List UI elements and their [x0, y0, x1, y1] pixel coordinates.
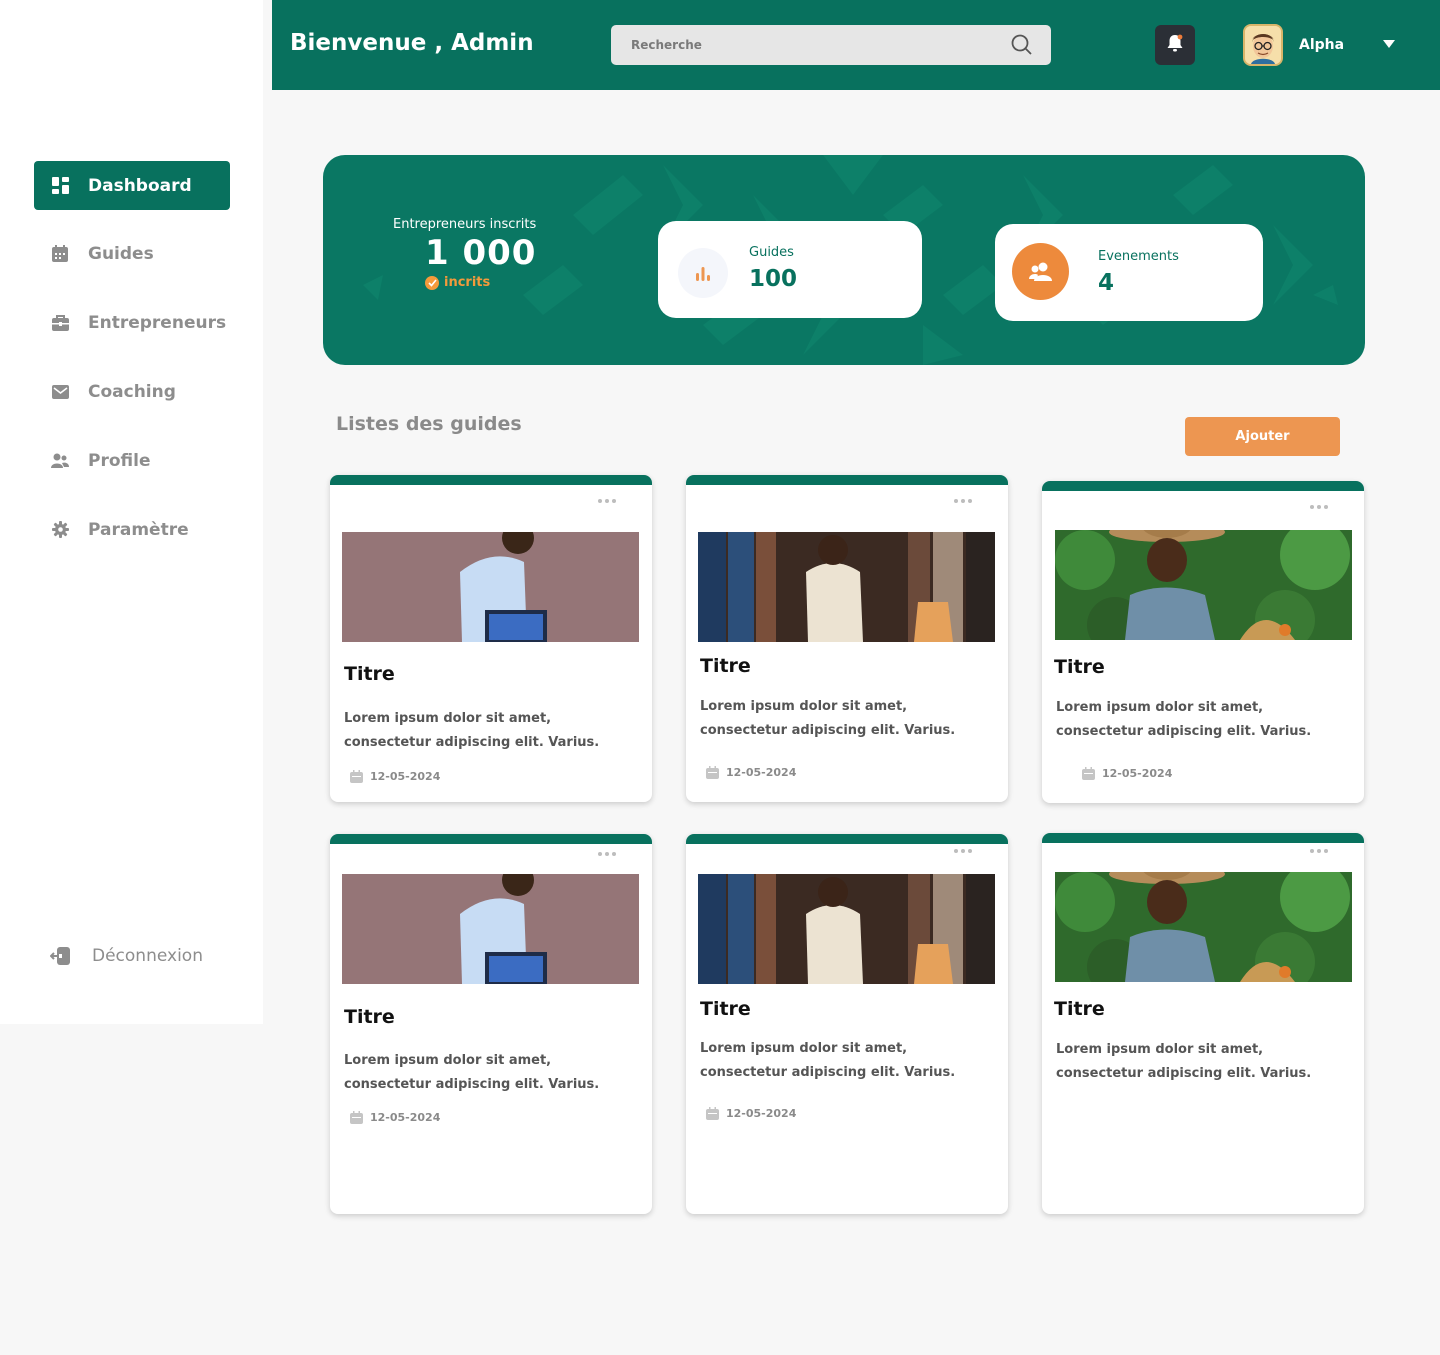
users-icon — [1012, 243, 1069, 300]
guide-date: 12-05-2024 — [350, 770, 440, 783]
page-title: Bienvenue , Admin — [290, 30, 534, 56]
guide-date-label: 12-05-2024 — [370, 770, 441, 783]
gear-icon — [50, 520, 70, 540]
dashboard-icon — [50, 176, 70, 196]
sidebar-item-entrepreneurs[interactable]: Entrepreneurs — [34, 298, 230, 347]
mail-icon — [50, 382, 70, 402]
guide-card[interactable]: Titre Lorem ipsum dolor sit amet, consec… — [330, 475, 652, 802]
card-topbar — [330, 475, 652, 485]
sidebar-item-label: Coaching — [88, 381, 176, 402]
add-guide-button[interactable]: Ajouter — [1185, 417, 1340, 456]
guides-stat-label: Guides — [749, 245, 794, 260]
more-options-icon[interactable] — [1310, 505, 1328, 509]
events-stat-value: 4 — [1098, 270, 1115, 296]
calendar-icon — [350, 770, 363, 783]
calendar-icon — [706, 766, 719, 779]
guide-description: Lorem ipsum dolor sit amet, consectetur … — [1056, 1042, 1312, 1081]
guide-card[interactable]: Titre Lorem ipsum dolor sit amet, consec… — [1042, 481, 1364, 803]
guide-card[interactable]: Titre Lorem ipsum dolor sit amet, consec… — [330, 834, 652, 1214]
more-options-icon[interactable] — [954, 849, 972, 853]
avatar[interactable] — [1243, 24, 1283, 66]
guide-description: Lorem ipsum dolor sit amet, consectetur … — [1056, 700, 1312, 739]
guide-date: 12-05-2024 — [1082, 767, 1172, 780]
guide-date-label: 12-05-2024 — [1102, 767, 1173, 780]
stats-banner: Entrepreneurs inscrits 1 000 incrits Gui… — [323, 155, 1365, 365]
sidebar-item-label: Paramètre — [88, 519, 189, 540]
card-topbar — [686, 834, 1008, 844]
sidebar-item-coaching[interactable]: Coaching — [34, 367, 230, 416]
sidebar-item-label: Profile — [88, 450, 151, 471]
logout-icon — [49, 945, 72, 967]
bar-chart-icon — [678, 248, 728, 298]
card-topbar — [1042, 833, 1364, 843]
card-topbar — [686, 475, 1008, 485]
guide-card[interactable]: Titre Lorem ipsum dolor sit amet, consec… — [686, 475, 1008, 802]
notification-button[interactable] — [1155, 25, 1195, 65]
sidebar-item-parametre[interactable]: Paramètre — [34, 505, 230, 554]
briefcase-icon — [50, 313, 70, 333]
card-topbar — [330, 834, 652, 844]
guide-image — [1055, 530, 1352, 640]
guide-description: Lorem ipsum dolor sit amet, consectetur … — [344, 1053, 600, 1092]
entrepreneurs-stat-label: Entrepreneurs inscrits — [393, 217, 537, 232]
bell-icon — [1165, 33, 1185, 57]
card-topbar — [1042, 481, 1364, 491]
guide-description: Lorem ipsum dolor sit amet, consectetur … — [700, 699, 956, 738]
top-header: Bienvenue , Admin Alpha — [272, 0, 1440, 90]
guide-description: Lorem ipsum dolor sit amet, consectetur … — [700, 1041, 956, 1080]
sidebar-item-profile[interactable]: Profile — [34, 436, 230, 485]
sidebar-item-label: Entrepreneurs — [88, 312, 227, 333]
events-stat-label: Evenements — [1098, 249, 1179, 264]
guide-date: 12-05-2024 — [350, 1111, 440, 1124]
more-options-icon[interactable] — [598, 852, 616, 856]
search-input[interactable] — [611, 25, 991, 65]
entrepreneurs-stat-sub: incrits — [425, 275, 490, 290]
guide-card[interactable]: Titre Lorem ipsum dolor sit amet, consec… — [1042, 833, 1364, 1214]
guide-date-label: 12-05-2024 — [726, 1107, 797, 1120]
guide-image — [1055, 872, 1352, 982]
calendar-icon — [1082, 767, 1095, 780]
guide-title: Titre — [700, 655, 751, 677]
sidebar-item-label: Dashboard — [88, 175, 192, 196]
logout-label: Déconnexion — [92, 946, 203, 966]
more-options-icon[interactable] — [954, 499, 972, 503]
calendar-icon — [350, 1111, 363, 1124]
entrepreneurs-stat-sub-label: incrits — [444, 275, 491, 290]
entrepreneurs-stat-value: 1 000 — [425, 233, 537, 273]
check-icon — [425, 275, 439, 290]
guides-list-title: Listes des guides — [336, 413, 522, 435]
search-bar — [611, 25, 1051, 65]
users-icon — [50, 451, 70, 471]
guide-title: Titre — [344, 1006, 395, 1028]
events-stat-card[interactable]: Evenements 4 — [995, 224, 1263, 321]
guide-image — [342, 874, 639, 984]
guide-date: 12-05-2024 — [706, 766, 796, 779]
guide-title: Titre — [700, 998, 751, 1020]
guide-title: Titre — [344, 663, 395, 685]
guide-description: Lorem ipsum dolor sit amet, consectetur … — [344, 711, 600, 750]
more-options-icon[interactable] — [1310, 849, 1328, 853]
guide-image — [698, 532, 995, 642]
guide-title: Titre — [1054, 998, 1105, 1020]
guide-card[interactable]: Titre Lorem ipsum dolor sit amet, consec… — [686, 834, 1008, 1214]
guides-stat-card[interactable]: Guides 100 — [658, 221, 922, 318]
chevron-down-icon[interactable] — [1383, 40, 1395, 48]
guide-image — [698, 874, 995, 984]
guide-title: Titre — [1054, 656, 1105, 678]
guides-stat-value: 100 — [749, 266, 798, 292]
sidebar-item-guides[interactable]: Guides — [34, 229, 230, 278]
calendar-icon — [50, 244, 70, 264]
sidebar-item-dashboard[interactable]: Dashboard — [34, 161, 230, 210]
user-name[interactable]: Alpha — [1299, 37, 1344, 53]
more-options-icon[interactable] — [598, 499, 616, 503]
calendar-icon — [706, 1107, 719, 1120]
guide-date-label: 12-05-2024 — [370, 1111, 441, 1124]
search-icon[interactable] — [1011, 34, 1033, 56]
sidebar: Dashboard Guides Entrepreneurs Coaching … — [0, 0, 263, 1024]
guide-image — [342, 532, 639, 642]
logout-button[interactable]: Déconnexion — [49, 945, 203, 967]
guide-date: 12-05-2024 — [706, 1107, 796, 1120]
guide-date-label: 12-05-2024 — [726, 766, 797, 779]
sidebar-item-label: Guides — [88, 243, 154, 264]
